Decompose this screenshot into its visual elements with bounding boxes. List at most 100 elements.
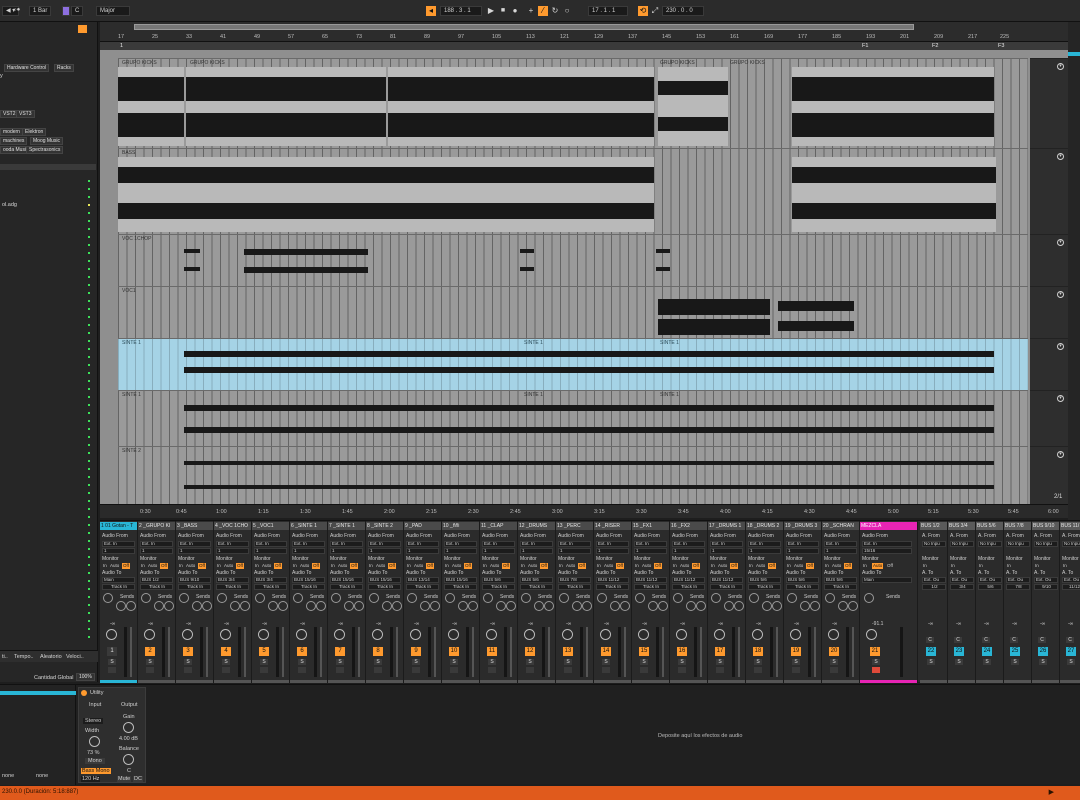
audio-to-select[interactable]: BUS 7/8: [558, 577, 591, 583]
track-in-select[interactable]: Track In: [710, 584, 743, 590]
browser-tag[interactable]: VST3: [16, 110, 35, 118]
send-a-knob[interactable]: [116, 601, 126, 611]
volume-fader[interactable]: [814, 627, 816, 677]
audio-to-select[interactable]: BUS 5/6: [748, 577, 781, 583]
volume-fader[interactable]: [434, 627, 436, 677]
solo-button[interactable]: S: [564, 659, 572, 665]
solo-button[interactable]: S: [412, 659, 420, 665]
balance-knob[interactable]: [123, 754, 134, 765]
automation-arm-icon[interactable]: ⁄: [538, 6, 548, 16]
monitor-in[interactable]: In: [978, 563, 984, 569]
mixer-channel[interactable]: 20 _SCHRAN Audio From Ext. In 1 Monitor In Aut…: [822, 521, 860, 683]
send-a-knob[interactable]: [192, 601, 202, 611]
volume-value[interactable]: -∞: [756, 621, 761, 627]
solo-button[interactable]: S: [184, 659, 192, 665]
arm-button[interactable]: [754, 667, 762, 673]
gain-knob[interactable]: [123, 722, 134, 733]
volume-value[interactable]: -∞: [376, 621, 381, 627]
channel-name[interactable]: 4 _VOC 1CHO: [214, 522, 251, 530]
volume-knob[interactable]: [220, 629, 231, 640]
input-channel-select[interactable]: 1: [140, 548, 173, 554]
song-position[interactable]: 188 . 3 . 1: [440, 6, 482, 16]
send-a-knob[interactable]: [458, 601, 468, 611]
track-in-select[interactable]: Track In: [102, 584, 135, 590]
volume-fader[interactable]: [700, 627, 702, 677]
volume-value[interactable]: -∞: [1012, 621, 1017, 627]
output-channel-select[interactable]: 1/2: [922, 584, 946, 590]
monitor-in[interactable]: In: [634, 563, 640, 569]
monitor-auto[interactable]: Auto: [375, 563, 386, 569]
volume-knob[interactable]: [828, 629, 839, 640]
solo-button[interactable]: S: [754, 659, 762, 665]
mixer-channel[interactable]: 2 _GRUPO KI Audio From Ext. In 1 Monitor In Au…: [138, 521, 176, 683]
track-in-select[interactable]: Track In: [482, 584, 515, 590]
volume-knob[interactable]: [562, 629, 573, 640]
mixer-channel[interactable]: 1 01 Gotan - T Audio From Ext. In 1 Monitor I…: [100, 521, 138, 683]
arrangement-record-icon[interactable]: ◂: [426, 6, 436, 16]
monitor-off[interactable]: Off: [122, 563, 130, 569]
volume-value[interactable]: -∞: [338, 621, 343, 627]
volume-knob[interactable]: [676, 629, 687, 640]
send-a-knob[interactable]: [800, 601, 810, 611]
arm-button[interactable]: [872, 667, 880, 673]
mixer-channel[interactable]: 19 _DRUMS 3 Audio From Ext. In 1 Monitor In Au…: [784, 521, 822, 683]
send-a-knob[interactable]: [686, 601, 696, 611]
arm-button[interactable]: [222, 667, 230, 673]
send-a-knob[interactable]: [382, 601, 392, 611]
send-a-knob[interactable]: [496, 601, 506, 611]
audio-to-select[interactable]: BUS 15/16: [368, 577, 401, 583]
volume-value[interactable]: -∞: [148, 621, 153, 627]
tab-ti[interactable]: ti..: [2, 654, 8, 660]
track-in-select[interactable]: Track In: [786, 584, 819, 590]
mixer-channel[interactable]: 6 _SINTE 1 Audio From Ext. In 1 Monitor In Aut…: [290, 521, 328, 683]
solo-button[interactable]: S: [955, 659, 963, 665]
monitor-in[interactable]: In: [862, 563, 868, 569]
locator-strip[interactable]: 1 F1 F2 F3: [100, 42, 1068, 50]
track-activator[interactable]: 10: [449, 647, 459, 656]
volume-fader[interactable]: [244, 627, 246, 677]
track-lane-sinte1-selected[interactable]: SINTE 1 SINTE 1 SINTE 1: [118, 338, 1028, 390]
send-b-knob[interactable]: [734, 601, 744, 611]
volume-value[interactable]: -∞: [1040, 621, 1045, 627]
gain-value[interactable]: 4.00 dB: [119, 736, 138, 742]
volume-knob[interactable]: [296, 629, 307, 640]
monitor-in[interactable]: In: [292, 563, 298, 569]
monitor-off[interactable]: Off: [692, 563, 700, 569]
pan-knob[interactable]: [825, 593, 835, 603]
channel-name[interactable]: 10 _ññi: [442, 522, 479, 530]
monitor-in[interactable]: In: [520, 563, 526, 569]
return-bus[interactable]: BUS 7/8 A. From No Inpu Monitor In A. To Ext. …: [1004, 521, 1032, 683]
arm-button[interactable]: [792, 667, 800, 673]
solo-button[interactable]: S: [260, 659, 268, 665]
audio-clip[interactable]: [184, 243, 200, 284]
channel-name[interactable]: BUS 1/2: [920, 522, 947, 530]
volume-value[interactable]: -91.1: [872, 621, 883, 627]
monitor-auto[interactable]: Auto: [565, 563, 576, 569]
send-a-knob[interactable]: [230, 601, 240, 611]
track-activator[interactable]: 21: [870, 647, 880, 656]
track-fold-icon[interactable]: ▾: [1057, 63, 1064, 70]
channel-name[interactable]: BUS 11/: [1060, 522, 1080, 530]
channel-name[interactable]: 17 _DRUMS 1: [708, 522, 745, 530]
crossfade-button[interactable]: C: [926, 637, 934, 643]
monitor-auto[interactable]: Auto: [603, 563, 614, 569]
monitor-in[interactable]: In: [710, 563, 716, 569]
pan-knob[interactable]: [559, 593, 569, 603]
monitor-off[interactable]: Off: [426, 563, 434, 569]
monitor-off[interactable]: Off: [844, 563, 852, 569]
track-activator[interactable]: 20: [829, 647, 839, 656]
crossfade-button[interactable]: C: [982, 637, 990, 643]
volume-knob[interactable]: [866, 629, 877, 640]
monitor-auto[interactable]: Auto: [261, 563, 272, 569]
input-channel-select[interactable]: 1: [254, 548, 287, 554]
volume-value[interactable]: -∞: [832, 621, 837, 627]
volume-fader[interactable]: [510, 627, 512, 677]
arm-button[interactable]: [184, 667, 192, 673]
track-fold-icon[interactable]: ▾: [1057, 239, 1064, 246]
monitor-in[interactable]: In: [596, 563, 602, 569]
channel-name[interactable]: 5 _VOC1: [252, 522, 289, 530]
arm-button[interactable]: [336, 667, 344, 673]
output-channel-select[interactable]: 3/4: [950, 584, 974, 590]
monitor-in[interactable]: In: [1062, 563, 1068, 569]
input-channel-select[interactable]: 15/16: [862, 548, 912, 554]
